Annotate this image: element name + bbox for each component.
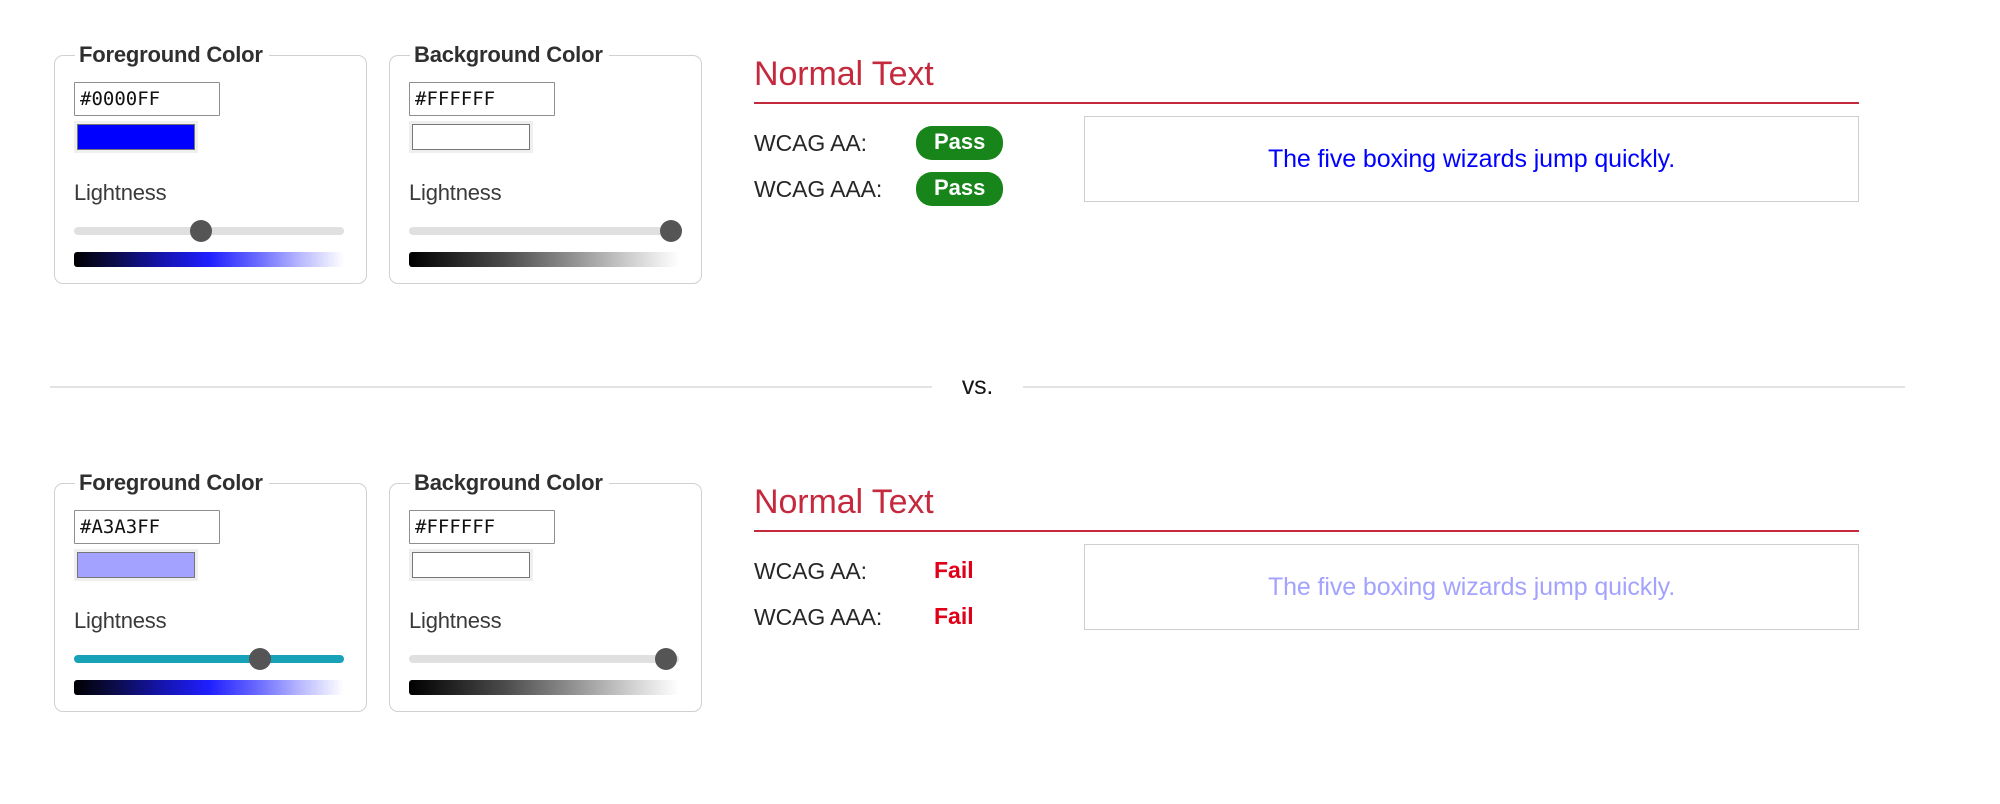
sample-text-box: The five boxing wizards jump quickly. (1084, 116, 1859, 202)
color-controls-bottom: Foreground Color #A3A3FF Lightness Backg… (54, 470, 702, 712)
background-lightness-label: Lightness (409, 180, 502, 205)
foreground-color-card-top: Foreground Color #0000FF Lightness (54, 42, 367, 284)
foreground-color-card-bottom: Foreground Color #A3A3FF Lightness (54, 470, 367, 712)
contrast-comparison-page: Foreground Color #0000FF Lightness Backg… (0, 0, 2000, 804)
slider-thumb[interactable] (249, 648, 272, 670)
foreground-lightness-label: Lightness (74, 608, 167, 633)
verdict-badge-aa: Pass (916, 126, 1004, 160)
foreground-lightness-slider[interactable] (74, 648, 344, 670)
background-lightness-slider[interactable] (409, 648, 679, 670)
foreground-gradient-preview (74, 680, 344, 695)
background-gradient-preview (409, 252, 679, 267)
background-lightness-label: Lightness (409, 608, 502, 633)
comparison-row-top: Foreground Color #0000FF Lightness Backg… (0, 42, 2000, 284)
foreground-color-swatch[interactable] (77, 552, 195, 578)
color-controls-top: Foreground Color #0000FF Lightness Backg… (54, 42, 702, 284)
criterion-label-aa: WCAG AA: (754, 557, 867, 584)
slider-track (409, 655, 679, 663)
sample-text-box: The five boxing wizards jump quickly. (1084, 544, 1859, 630)
criterion-label-aa: WCAG AA: (754, 129, 867, 156)
vs-label: vs. (961, 372, 994, 400)
divider-rule-right (1023, 385, 1906, 388)
background-lightness-slider[interactable] (409, 220, 682, 242)
background-hex-input[interactable]: #FFFFFF (409, 82, 555, 116)
divider-rule-left (50, 385, 932, 388)
criterion-label-aaa: WCAG AAA: (754, 603, 883, 630)
slider-track (74, 655, 344, 663)
criterion-row: WCAG AA: Pass (754, 120, 1074, 166)
slider-thumb[interactable] (659, 220, 682, 242)
foreground-lightness-slider[interactable] (74, 220, 344, 242)
vs-divider: vs. (50, 372, 1906, 401)
slider-thumb[interactable] (654, 648, 677, 670)
background-swatch-wrap (409, 549, 533, 581)
criterion-row: WCAG AA: Fail (754, 548, 1074, 594)
background-color-legend: Background Color (414, 470, 603, 495)
sample-text: The five boxing wizards jump quickly. (1267, 144, 1676, 173)
foreground-hex-input[interactable]: #A3A3FF (74, 510, 220, 544)
results-panel-bottom: Normal Text WCAG AA: Fail WCAG AAA: Fail… (754, 470, 1859, 640)
foreground-swatch-wrap (74, 121, 198, 153)
verdict-badge-aaa: Pass (916, 172, 1004, 206)
criteria-list: WCAG AA: Pass WCAG AAA: Pass (754, 116, 1074, 212)
background-color-swatch[interactable] (412, 124, 530, 150)
results-panel-top: Normal Text WCAG AA: Pass WCAG AAA: Pass… (754, 42, 1859, 212)
results-body: WCAG AA: Fail WCAG AAA: Fail The five bo… (754, 544, 1859, 640)
foreground-swatch-wrap (74, 549, 198, 581)
foreground-gradient-preview (74, 252, 344, 267)
results-title: Normal Text (754, 55, 1859, 104)
comparison-row-bottom: Foreground Color #A3A3FF Lightness Backg… (0, 470, 2000, 712)
foreground-color-legend: Foreground Color (79, 42, 263, 67)
foreground-color-legend: Foreground Color (79, 470, 263, 495)
background-color-card-top: Background Color #FFFFFF Lightness (389, 42, 702, 284)
background-color-legend: Background Color (414, 42, 603, 67)
foreground-hex-input[interactable]: #0000FF (74, 82, 220, 116)
foreground-color-swatch[interactable] (77, 124, 195, 150)
criterion-label-aaa: WCAG AAA: (754, 175, 883, 202)
background-color-card-bottom: Background Color #FFFFFF Lightness (389, 470, 702, 712)
foreground-lightness-label: Lightness (74, 180, 167, 205)
background-color-swatch[interactable] (412, 552, 530, 578)
verdict-badge-aaa: Fail (934, 602, 974, 629)
sample-text: The five boxing wizards jump quickly. (1267, 572, 1676, 601)
results-body: WCAG AA: Pass WCAG AAA: Pass The five bo… (754, 116, 1859, 212)
criterion-row: WCAG AAA: Fail (754, 594, 1074, 640)
results-title: Normal Text (754, 483, 1859, 532)
criteria-list: WCAG AA: Fail WCAG AAA: Fail (754, 544, 1074, 640)
background-hex-input[interactable]: #FFFFFF (409, 510, 555, 544)
slider-track (409, 227, 679, 235)
verdict-badge-aa: Fail (934, 556, 974, 583)
background-gradient-preview (409, 680, 679, 695)
criterion-row: WCAG AAA: Pass (754, 166, 1074, 212)
background-swatch-wrap (409, 121, 533, 153)
slider-thumb[interactable] (189, 220, 212, 242)
